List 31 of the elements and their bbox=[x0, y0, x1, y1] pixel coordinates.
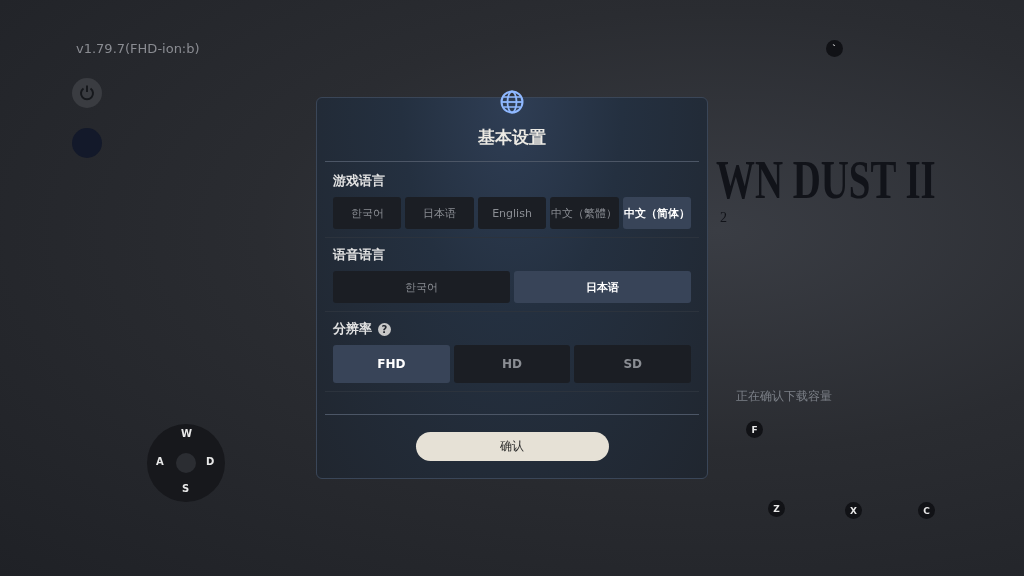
key-hint: C bbox=[918, 502, 935, 519]
option-button[interactable]: 日本语 bbox=[514, 271, 691, 303]
status-text: 正在确认下载容量 bbox=[736, 388, 832, 405]
option-button[interactable]: FHD bbox=[333, 345, 450, 383]
option-button[interactable]: 中文（简体） bbox=[622, 197, 692, 229]
key-hint: F bbox=[746, 421, 763, 438]
option-button[interactable]: SD bbox=[574, 345, 691, 383]
option-button[interactable]: English bbox=[477, 197, 547, 229]
dialog-title: 基本设置 bbox=[477, 126, 547, 149]
section-label: 游戏语言 bbox=[333, 172, 385, 190]
help-icon[interactable]: ? bbox=[378, 322, 391, 336]
option-button[interactable]: HD bbox=[453, 345, 571, 383]
key-label: D bbox=[206, 456, 215, 467]
option-button[interactable]: 中文（繁體） bbox=[550, 197, 619, 229]
section-label: 分辨率 bbox=[333, 320, 372, 338]
dpad-control[interactable]: W A D S bbox=[147, 424, 225, 502]
globe-icon bbox=[499, 89, 525, 115]
key-hint: Z bbox=[768, 500, 785, 517]
option-button[interactable]: 한국어 bbox=[333, 197, 402, 229]
option-button[interactable]: 日本语 bbox=[405, 197, 474, 229]
key-hint: ` bbox=[826, 40, 843, 57]
power-icon bbox=[77, 83, 97, 103]
key-label: A bbox=[156, 456, 164, 467]
version-text: v1.79.7(FHD-ion:b) bbox=[76, 41, 200, 56]
power-button[interactable] bbox=[72, 78, 102, 108]
option-button[interactable]: 한국어 bbox=[333, 271, 510, 303]
key-label: W bbox=[181, 428, 193, 439]
key-hint: X bbox=[845, 502, 862, 519]
key-label: S bbox=[182, 483, 190, 494]
confirm-button[interactable]: 确认 bbox=[415, 432, 609, 461]
section-label: 语音语言 bbox=[333, 246, 385, 264]
